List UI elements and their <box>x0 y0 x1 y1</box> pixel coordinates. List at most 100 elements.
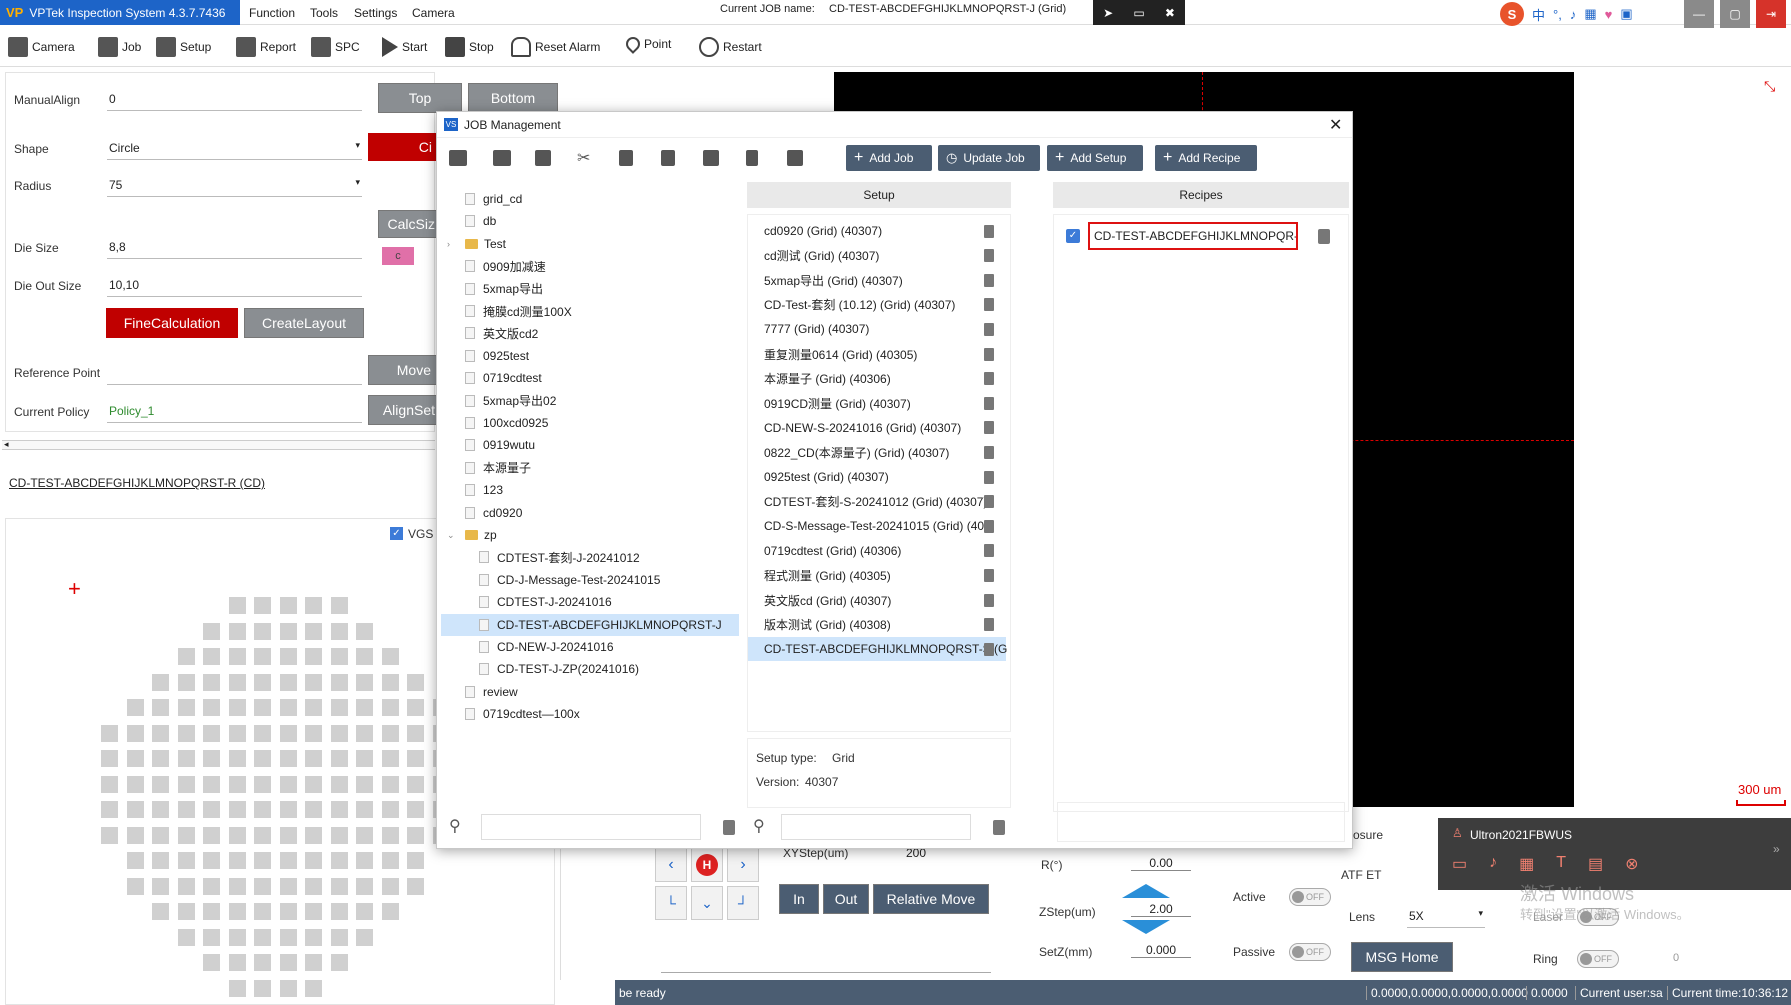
wafer-die[interactable] <box>356 673 373 691</box>
wafer-die[interactable] <box>203 877 220 895</box>
wafer-die[interactable] <box>203 648 220 665</box>
wafer-die[interactable] <box>228 979 246 997</box>
wafer-die[interactable] <box>126 826 144 844</box>
setup-list-item[interactable]: 程式测量 (Grid) (40305) <box>748 563 1006 587</box>
radius-select[interactable]: 75 ▾ <box>107 175 362 197</box>
add-recipe-button[interactable]: + Add Recipe <box>1155 145 1257 171</box>
out-button[interactable]: Out <box>823 884 869 914</box>
wafer-die[interactable] <box>203 903 220 920</box>
setup-search-input[interactable] <box>781 814 971 840</box>
wafer-die[interactable] <box>228 673 246 691</box>
setup-list-item[interactable]: 英文版cd (Grid) (40307) <box>748 588 1006 612</box>
wafer-die[interactable] <box>407 673 424 691</box>
wafer-die[interactable] <box>356 750 373 767</box>
alignset-button[interactable]: AlignSet <box>368 395 438 425</box>
wafer-die[interactable] <box>407 877 424 895</box>
wafer-die[interactable] <box>330 673 348 691</box>
wafer-die[interactable] <box>177 801 195 818</box>
tree-item[interactable]: cd0920 <box>441 502 739 524</box>
wafer-die[interactable] <box>330 597 348 614</box>
delete-icon[interactable] <box>984 495 994 509</box>
wafer-die[interactable] <box>305 979 322 997</box>
setup-list-item[interactable]: 0822_CD(本源量子) (Grid) (40307) <box>748 440 1006 464</box>
wafer-die[interactable] <box>126 775 144 793</box>
wafer-die[interactable] <box>126 877 144 895</box>
chat-icon[interactable]: ▭ <box>1452 854 1467 874</box>
wafer-die[interactable] <box>356 903 373 920</box>
wafer-die[interactable] <box>228 877 246 895</box>
tree-item[interactable]: CD-J-Message-Test-20241015 <box>441 569 739 591</box>
punct-icon[interactable]: °, <box>1553 7 1562 22</box>
wafer-die[interactable] <box>356 775 373 793</box>
wafer-die[interactable] <box>254 903 271 920</box>
shape-select[interactable]: Circle ▾ <box>107 138 362 160</box>
wafer-die[interactable] <box>254 928 271 946</box>
jog-down-button[interactable]: ⌄ <box>691 886 723 920</box>
wafer-die[interactable] <box>177 673 195 691</box>
text-icon[interactable]: T <box>1556 854 1566 874</box>
wafer-die[interactable] <box>407 801 424 818</box>
wafer-die[interactable] <box>254 826 271 844</box>
wafer-die[interactable] <box>279 750 297 767</box>
wafer-die[interactable] <box>126 801 144 818</box>
delete-icon[interactable] <box>984 421 994 435</box>
wafer-die[interactable] <box>254 673 271 691</box>
tree-item[interactable]: 5xmap导出02 <box>441 390 739 412</box>
jog-down-right-button[interactable]: ┘ <box>727 886 759 920</box>
wafer-die[interactable] <box>279 724 297 742</box>
wafer-die[interactable] <box>279 928 297 946</box>
wafer-die[interactable] <box>254 852 271 869</box>
menu-function[interactable]: Function <box>249 6 295 20</box>
wafer-die[interactable] <box>381 724 399 742</box>
wafer-die[interactable] <box>381 852 399 869</box>
wafer-die[interactable] <box>254 622 271 640</box>
passive-toggle[interactable]: OFF <box>1289 943 1331 961</box>
wafer-die[interactable] <box>381 801 399 818</box>
sogou-icon[interactable]: S <box>1500 2 1524 26</box>
tree-item[interactable]: db <box>441 210 739 232</box>
tree-item[interactable]: 0909加减速 <box>441 255 739 277</box>
delete-icon[interactable] <box>984 273 994 287</box>
tree-item[interactable]: 0719cdtest—100x <box>441 703 739 725</box>
chevron-down-icon[interactable]: ⌄ <box>447 530 455 541</box>
wafer-die[interactable] <box>126 852 144 869</box>
delete-icon[interactable] <box>984 642 994 656</box>
ime-lang-icon[interactable]: 中 <box>1532 5 1545 24</box>
recipe-link[interactable]: CD-TEST-ABCDEFGHIJKLMNOPQRST-R (CD) <box>9 476 265 490</box>
wafer-die[interactable] <box>356 826 373 844</box>
wafer-die[interactable] <box>279 801 297 818</box>
tree-item[interactable]: 123 <box>441 479 739 501</box>
setup-list-item[interactable]: cd测试 (Grid) (40307) <box>748 244 1006 268</box>
setup-list-item[interactable]: 0925test (Grid) (40307) <box>748 465 1006 489</box>
delete-icon[interactable] <box>984 519 994 533</box>
wafer-die[interactable] <box>279 648 297 665</box>
wafer-die[interactable] <box>203 826 220 844</box>
delete-icon[interactable] <box>984 396 994 410</box>
setup-list-item[interactable]: CDTEST-套刻-S-20241012 (Grid) (40307) <box>748 490 1006 514</box>
wafer-die[interactable] <box>305 903 322 920</box>
mic-icon[interactable]: ♪ <box>1570 7 1577 22</box>
wafer-die[interactable] <box>330 801 348 818</box>
tree-item[interactable]: 0719cdtest <box>441 367 739 389</box>
wafer-die[interactable] <box>228 903 246 920</box>
wafer-die[interactable] <box>381 699 399 716</box>
delete-icon[interactable] <box>984 249 994 263</box>
wafer-die[interactable] <box>305 699 322 716</box>
minimize-button[interactable]: — <box>1684 0 1714 28</box>
wafer-die[interactable] <box>177 775 195 793</box>
tree-item[interactable]: 掩膜cd测量100X <box>441 300 739 322</box>
close-circle-icon[interactable]: ⊗ <box>1625 854 1638 874</box>
stop-button[interactable]: Stop <box>445 37 494 57</box>
tree-item[interactable]: CD-TEST-J-ZP(20241016) <box>441 658 739 680</box>
wafer-die[interactable] <box>152 673 169 691</box>
wafer-die[interactable] <box>381 826 399 844</box>
save-as-icon[interactable] <box>787 150 803 166</box>
active-toggle[interactable]: OFF <box>1289 888 1331 906</box>
mic-icon[interactable]: ♪ <box>1489 854 1497 874</box>
dialog-close-button[interactable]: ✕ <box>1329 115 1342 135</box>
open-folder-icon[interactable] <box>449 150 467 166</box>
jog-down-left-button[interactable]: └ <box>655 886 687 920</box>
tree-item[interactable]: 英文版cd2 <box>441 322 739 344</box>
wafer-die[interactable] <box>381 750 399 767</box>
wafer-die[interactable] <box>356 877 373 895</box>
